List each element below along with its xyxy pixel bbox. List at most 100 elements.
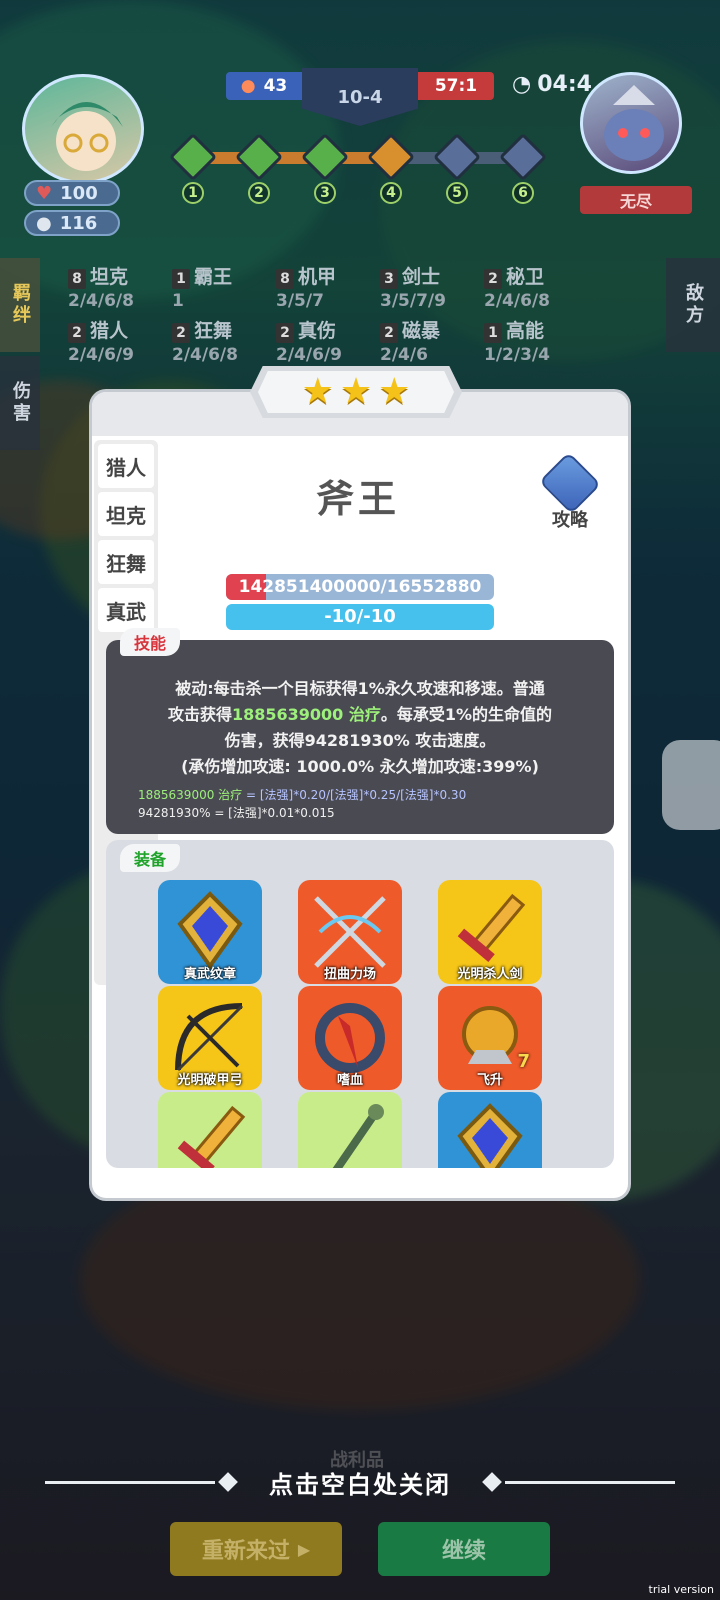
heart-icon: ♥	[36, 182, 53, 204]
divider-line	[505, 1480, 675, 1484]
equipment-item[interactable]	[438, 1092, 542, 1168]
synergy-name: 坦克	[90, 266, 129, 288]
equipment-item-count: 7	[517, 1051, 530, 1072]
synergy-entry[interactable]: 2 狂舞 2/4/6/8	[172, 316, 238, 365]
equipment-item[interactable]: 光明杀人剑	[438, 880, 542, 984]
synergy-count: 3	[380, 269, 398, 289]
equipment-item-name: 扭曲力场	[323, 967, 376, 982]
synergy-entry[interactable]: 8 机甲 3/5/7	[276, 262, 336, 311]
synergy-name: 真伤	[298, 320, 337, 342]
close-hint[interactable]: 点击空白处关闭	[0, 1464, 720, 1500]
equipment-item[interactable]: 扭曲力场	[298, 880, 402, 984]
class-tab[interactable]: 狂舞	[98, 540, 154, 584]
synergy-levels: 2/4/6	[380, 345, 428, 365]
stage-number: 1	[182, 182, 204, 204]
equipment-item[interactable]: 光明破甲弓	[158, 986, 262, 1090]
hero-hp-text: 142851400000/16552880	[238, 577, 482, 597]
retry-button[interactable]: 重新来过 ▶	[170, 1522, 342, 1576]
synergy-count: 8	[68, 269, 86, 289]
equipment-item[interactable]	[298, 1092, 402, 1168]
player-gold-value: 116	[59, 212, 98, 234]
player-hp-value: 100	[60, 182, 98, 204]
tab-enemy[interactable]: 敌方	[666, 258, 720, 352]
skill-panel: 技能 被动:每击杀一个目标获得1%永久攻速和移速。普通 攻击获得18856390…	[106, 628, 614, 834]
synergy-entry[interactable]: 2 磁暴 2/4/6	[380, 316, 440, 365]
synergy-count: 2	[484, 269, 502, 289]
synergy-entry[interactable]: 1 高能 1/2/3/4	[484, 316, 550, 365]
synergy-count: 1	[484, 323, 502, 343]
star-icon: ★	[301, 371, 334, 412]
synergy-levels: 2/4/6/8	[484, 291, 550, 311]
diamond-ornament-icon	[218, 1472, 238, 1492]
star-icon: ★	[339, 371, 373, 412]
synergy-entry[interactable]: 3 剑士 3/5/7/9	[380, 262, 446, 311]
equipment-panel: 装备 真武纹章 扭曲力场 光明杀人剑光明破甲弓 嗜血 飞升 7	[106, 840, 614, 1168]
player-avatar[interactable]	[22, 74, 144, 184]
synergy-levels: 2/4/6/9	[68, 345, 134, 365]
equipment-label: 装备	[120, 844, 181, 872]
equipment-item-name: 嗜血	[336, 1073, 363, 1088]
synergy-count: 2	[380, 323, 398, 343]
graduation-cap-icon	[538, 451, 602, 515]
synergy-levels: 2/4/6/8	[172, 345, 238, 365]
equipment-grid: 真武纹章 扭曲力场 光明杀人剑光明破甲弓 嗜血 飞升 7	[158, 880, 558, 1168]
class-tab[interactable]: 猎人	[98, 444, 154, 488]
skill-label: 技能	[120, 628, 181, 656]
synergy-entry[interactable]: 2 秘卫 2/4/6/8	[484, 262, 550, 311]
synergy-count: 2	[172, 323, 190, 343]
synergy-levels: 3/5/7/9	[380, 291, 446, 311]
mode-badge: 无尽	[580, 186, 692, 214]
enemy-avatar[interactable]	[580, 72, 682, 174]
tab-damage[interactable]: 伤害	[0, 356, 40, 450]
equipment-item[interactable]: 飞升 7	[438, 986, 542, 1090]
synergy-entry[interactable]: 8 坦克 2/4/6/8	[68, 262, 134, 311]
synergy-name: 磁暴	[402, 320, 441, 342]
synergy-entry[interactable]: 2 真伤 2/4/6/9	[276, 316, 342, 365]
synergy-name: 高能	[506, 320, 545, 342]
skill-formula: 1885639000 治疗 = [法强]*0.20/[法强]*0.25/[法强]…	[138, 788, 467, 820]
synergy-entry[interactable]: 2 猎人 2/4/6/9	[68, 316, 134, 365]
equipment-item-name: 光明破甲弓	[177, 1073, 243, 1088]
hero-name: 斧王	[315, 477, 400, 521]
stage-number: 3	[314, 182, 336, 204]
continue-button[interactable]: 继续	[378, 1522, 550, 1576]
synergy-name: 剑士	[402, 266, 441, 288]
tab-synergy[interactable]: 羁绊	[0, 258, 40, 352]
equipment-item[interactable]: 真武纹章	[158, 880, 262, 984]
star-rating: ★ ★ ★	[250, 366, 462, 418]
equipment-item[interactable]	[158, 1092, 262, 1168]
synergy-name: 机甲	[298, 266, 337, 288]
class-tab[interactable]: 坦克	[98, 492, 154, 536]
diamond-ornament-icon	[482, 1472, 502, 1492]
guide-button[interactable]: 攻略	[538, 451, 602, 532]
stage-number: 2	[248, 182, 270, 204]
left-score: ● 43	[226, 72, 302, 100]
synergy-count: 1	[172, 269, 190, 289]
badge-icon	[457, 1103, 523, 1168]
synergy-levels: 2/4/6/8	[68, 291, 134, 311]
player-hp-pill: ♥ 100	[24, 180, 120, 206]
close-hint-text: 点击空白处关闭	[269, 1470, 451, 1499]
sword-icon	[177, 1105, 246, 1168]
synergy-name: 秘卫	[506, 266, 545, 288]
synergy-levels: 3/5/7	[276, 291, 324, 311]
divider-line	[45, 1480, 215, 1484]
hero-stat-bar: -10/-10	[226, 604, 494, 630]
coin-icon: ●	[36, 212, 52, 234]
stage-number: 5	[446, 182, 468, 204]
flame-icon: ●	[240, 76, 256, 96]
synergy-count: 2	[68, 323, 86, 343]
class-tab[interactable]: 真武	[98, 588, 154, 632]
round-timer: ◔ 04:4	[512, 72, 592, 97]
side-action-button[interactable]	[662, 740, 720, 830]
synergy-levels: 2/4/6/9	[276, 345, 342, 365]
trial-watermark: trial version	[648, 1583, 714, 1596]
star-icon: ★	[378, 371, 411, 412]
hero-hp-bar: 142851400000/16552880	[226, 574, 494, 600]
synergy-levels: 1/2/3/4	[484, 345, 550, 365]
right-score: 57:1	[418, 72, 494, 100]
synergy-entry[interactable]: 1 霸王 1	[172, 262, 232, 311]
equipment-item[interactable]: 嗜血	[298, 986, 402, 1090]
equipment-item-name: 光明杀人剑	[457, 967, 523, 982]
staff-icon	[332, 1104, 384, 1168]
